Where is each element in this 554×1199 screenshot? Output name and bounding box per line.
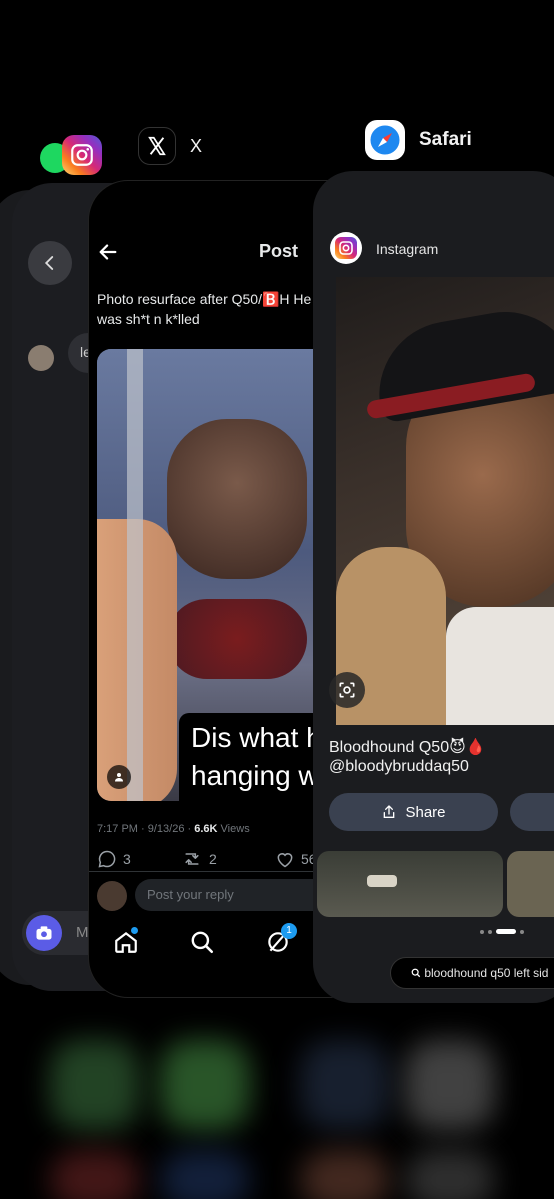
post-date: 9/13/26	[147, 823, 185, 835]
post-handle: @bloodybruddaq50	[329, 758, 469, 775]
share-icon	[384, 805, 395, 818]
reply-placeholder: Post your reply	[147, 887, 234, 902]
notification-badge: 1	[281, 923, 297, 939]
page-title: Post	[259, 241, 299, 261]
post-time: 7:17 PM	[97, 823, 138, 835]
app-name-safari: Safari	[419, 129, 472, 150]
app-card-safari[interactable]: Instagram Bloodhound Q50😈🩸 @bloodybrudda…	[313, 171, 554, 1003]
instagram-icon	[330, 232, 362, 264]
tab-search[interactable]	[189, 929, 215, 960]
views-count: 6.6K	[194, 823, 218, 835]
back-arrow-icon[interactable]	[97, 241, 119, 268]
lens-icon[interactable]	[329, 672, 365, 708]
repost-count: 2	[209, 851, 217, 867]
person-tag-icon[interactable]	[107, 765, 131, 789]
post-meta: 7:17 PM · 9/13/26 · 6.6K Views	[97, 823, 250, 835]
share-label: Share	[405, 803, 446, 821]
page-indicator	[480, 929, 524, 934]
search-icon	[411, 968, 421, 978]
site-header: Instagram	[313, 227, 554, 277]
app-label-safari[interactable]: Safari	[365, 120, 472, 160]
reply-button[interactable]: 3	[97, 849, 131, 869]
search-query: bloodhound q50 left sid	[424, 966, 549, 980]
home-dot	[131, 927, 138, 934]
secondary-button[interactable]	[510, 793, 554, 831]
tab-grok[interactable]: 1	[265, 923, 297, 960]
like-button[interactable]: 56	[275, 849, 317, 869]
chevron-left-icon[interactable]	[28, 241, 72, 285]
related-thumb[interactable]	[317, 851, 503, 917]
search-bar[interactable]: bloodhound q50 left sid	[390, 957, 554, 989]
post-caption: Bloodhound Q50😈🩸	[329, 739, 486, 756]
related-thumb[interactable]	[507, 851, 554, 917]
share-button[interactable]: Share	[329, 793, 498, 831]
reply-avatar	[97, 881, 127, 911]
post-image[interactable]	[336, 277, 554, 725]
repost-icon	[185, 853, 199, 865]
avatar	[28, 345, 54, 371]
post-text: Photo resurface after Q50/🅱️H He was sh*…	[97, 291, 312, 327]
repost-button[interactable]: 2	[181, 849, 217, 869]
instagram-icon	[62, 135, 102, 175]
camera-icon[interactable]	[26, 915, 62, 951]
tab-home[interactable]	[113, 927, 139, 960]
app-label-x[interactable]: X	[138, 127, 202, 165]
app-name-x: X	[190, 135, 203, 156]
like-icon	[277, 853, 293, 868]
reply-count: 3	[123, 851, 131, 867]
x-logo-icon	[138, 127, 176, 165]
search-icon	[191, 931, 214, 954]
site-name: Instagram	[376, 241, 439, 257]
views-label: Views	[220, 823, 250, 835]
reply-icon	[98, 850, 116, 868]
safari-icon	[365, 120, 405, 160]
